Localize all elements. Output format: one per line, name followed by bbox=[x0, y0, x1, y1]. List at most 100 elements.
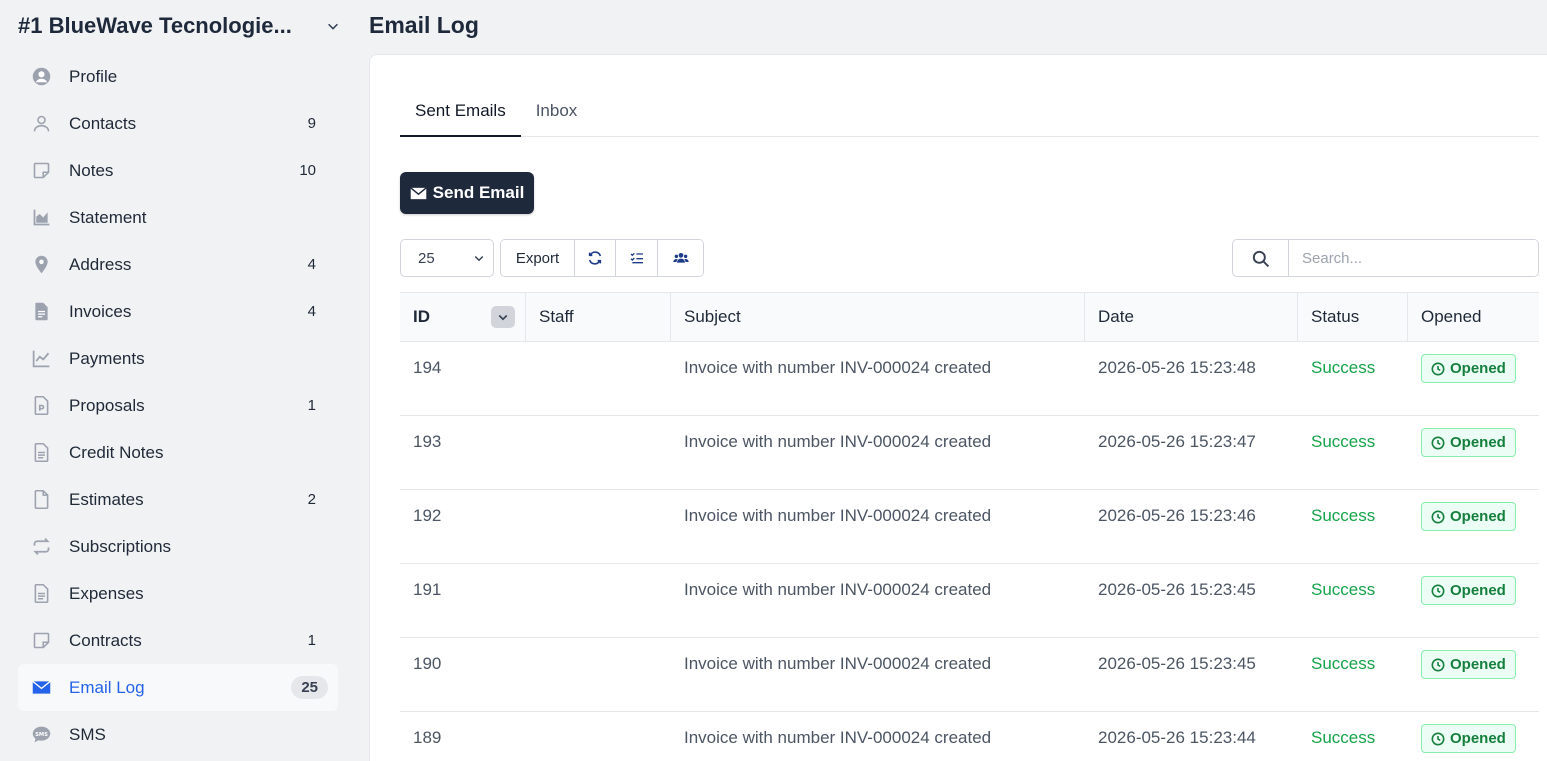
cell-status: Success bbox=[1311, 580, 1376, 599]
table-row[interactable]: 193 Invoice with number INV-000024 create… bbox=[400, 416, 1539, 490]
cell-opened: Opened bbox=[1408, 416, 1539, 489]
client-name: #1 BlueWave Tecnologie... bbox=[18, 13, 292, 38]
sidebar-item-statement[interactable]: Statement bbox=[18, 194, 338, 241]
cell-opened: Opened bbox=[1408, 564, 1539, 637]
sidebar-item-sms[interactable]: SMS SMS bbox=[18, 711, 338, 758]
tab-inbox[interactable]: Inbox bbox=[521, 91, 593, 137]
cell-staff bbox=[526, 712, 671, 761]
clock-icon bbox=[1431, 584, 1445, 597]
column-header-label: ID bbox=[413, 307, 430, 326]
send-email-button[interactable]: Send Email bbox=[400, 172, 534, 214]
toggle-columns-button[interactable] bbox=[658, 240, 703, 276]
table-row[interactable]: 194 Invoice with number INV-000024 create… bbox=[400, 342, 1539, 416]
cell-subject: Invoice with number INV-000024 created bbox=[684, 506, 992, 525]
export-button[interactable]: Export bbox=[501, 240, 575, 276]
client-selector[interactable]: #1 BlueWave Tecnologie... bbox=[18, 12, 340, 40]
sidebar-item-proposals[interactable]: Proposals 1 bbox=[18, 382, 338, 429]
file-lines-icon bbox=[30, 442, 52, 464]
column-header-subject[interactable]: Subject bbox=[671, 293, 1085, 341]
sidebar: Profile Contacts 9 Notes 10 Statement Ad… bbox=[18, 53, 338, 758]
file-p-icon bbox=[30, 395, 52, 417]
sidebar-item-count: 4 bbox=[307, 256, 316, 273]
sidebar-item-subscriptions[interactable]: Subscriptions bbox=[18, 523, 338, 570]
per-page-select[interactable]: 25 bbox=[400, 239, 494, 277]
sidebar-item-address[interactable]: Address 4 bbox=[18, 241, 338, 288]
cell-id: 193 bbox=[413, 432, 442, 451]
cell-subject: Invoice with number INV-000024 created bbox=[684, 580, 992, 599]
sidebar-item-email-log[interactable]: Email Log 25 bbox=[18, 664, 338, 711]
cell-subject: Invoice with number INV-000024 created bbox=[684, 728, 992, 747]
cell-staff bbox=[526, 342, 671, 415]
sidebar-item-contracts[interactable]: Contracts 1 bbox=[18, 617, 338, 664]
sidebar-item-label: SMS bbox=[69, 724, 106, 744]
cell-opened: Opened bbox=[1408, 638, 1539, 711]
table-row[interactable]: 190 Invoice with number INV-000024 create… bbox=[400, 638, 1539, 712]
cell-subject: Invoice with number INV-000024 created bbox=[684, 654, 992, 673]
sidebar-item-payments[interactable]: Payments bbox=[18, 335, 338, 382]
sidebar-item-label: Statement bbox=[69, 207, 147, 227]
search-input[interactable] bbox=[1289, 240, 1538, 276]
cell-id: 192 bbox=[413, 506, 442, 525]
chevron-down-icon bbox=[328, 23, 338, 30]
cell-status: Success bbox=[1311, 358, 1376, 377]
cell-status: Success bbox=[1311, 728, 1376, 747]
column-header-id[interactable]: ID bbox=[400, 293, 526, 341]
cell-opened: Opened bbox=[1408, 342, 1539, 415]
clock-icon bbox=[1431, 436, 1445, 449]
tab-bar: Sent Emails Inbox bbox=[400, 91, 1539, 137]
table-actions-group: Export bbox=[500, 239, 704, 277]
opened-label: Opened bbox=[1450, 360, 1506, 377]
cell-id: 191 bbox=[413, 580, 442, 599]
column-header-status[interactable]: Status bbox=[1298, 293, 1408, 341]
clock-icon bbox=[1431, 510, 1445, 523]
sidebar-item-label: Notes bbox=[69, 160, 114, 180]
opened-badge: Opened bbox=[1421, 650, 1516, 679]
user-icon bbox=[30, 113, 52, 135]
sidebar-item-invoices[interactable]: Invoices 4 bbox=[18, 288, 338, 335]
sidebar-item-label: Contracts bbox=[69, 630, 142, 650]
opened-badge: Opened bbox=[1421, 724, 1516, 753]
cell-id: 190 bbox=[413, 654, 442, 673]
table-row[interactable]: 191 Invoice with number INV-000024 create… bbox=[400, 564, 1539, 638]
column-header-opened[interactable]: Opened bbox=[1408, 293, 1539, 341]
sms-icon: SMS bbox=[30, 724, 52, 746]
cell-opened: Opened bbox=[1408, 490, 1539, 563]
opened-label: Opened bbox=[1450, 434, 1506, 451]
file-icon bbox=[30, 489, 52, 511]
sidebar-item-count: 25 bbox=[291, 676, 328, 699]
cell-date: 2026-05-26 15:23:45 bbox=[1098, 654, 1256, 673]
sidebar-item-label: Profile bbox=[69, 66, 118, 86]
sidebar-item-profile[interactable]: Profile bbox=[18, 53, 338, 100]
opened-badge: Opened bbox=[1421, 502, 1516, 531]
sidebar-item-notes[interactable]: Notes 10 bbox=[18, 147, 338, 194]
sidebar-item-count: 10 bbox=[299, 162, 316, 179]
sidebar-item-label: Invoices bbox=[69, 301, 132, 321]
column-header-staff[interactable]: Staff bbox=[526, 293, 671, 341]
sidebar-item-label: Payments bbox=[69, 348, 145, 368]
search-icon bbox=[1233, 240, 1289, 276]
sidebar-item-count: 1 bbox=[307, 632, 316, 649]
chevron-down-icon bbox=[474, 255, 484, 262]
reload-button[interactable] bbox=[575, 240, 616, 276]
sidebar-item-contacts[interactable]: Contacts 9 bbox=[18, 100, 338, 147]
tab-sent-emails[interactable]: Sent Emails bbox=[400, 91, 521, 137]
map-pin-icon bbox=[30, 254, 52, 276]
table-header: ID Staff Subject Date Status Opened bbox=[400, 292, 1539, 342]
sidebar-item-label: Address bbox=[69, 254, 132, 274]
opened-label: Opened bbox=[1450, 656, 1506, 673]
bulk-actions-button[interactable] bbox=[616, 240, 658, 276]
file-lines-icon bbox=[30, 583, 52, 605]
sidebar-item-estimates[interactable]: Estimates 2 bbox=[18, 476, 338, 523]
sidebar-item-credit-notes[interactable]: Credit Notes bbox=[18, 429, 338, 476]
table-body: 194 Invoice with number INV-000024 create… bbox=[400, 342, 1539, 761]
refresh-icon bbox=[588, 251, 602, 265]
email-log-table: ID Staff Subject Date Status Opened 194 I… bbox=[400, 292, 1539, 761]
sort-button[interactable] bbox=[491, 306, 515, 328]
sticky-note-icon bbox=[30, 630, 52, 652]
table-search bbox=[1232, 239, 1539, 277]
table-row[interactable]: 189 Invoice with number INV-000024 create… bbox=[400, 712, 1539, 761]
table-row[interactable]: 192 Invoice with number INV-000024 create… bbox=[400, 490, 1539, 564]
opened-label: Opened bbox=[1450, 582, 1506, 599]
sidebar-item-expenses[interactable]: Expenses bbox=[18, 570, 338, 617]
column-header-date[interactable]: Date bbox=[1085, 293, 1298, 341]
